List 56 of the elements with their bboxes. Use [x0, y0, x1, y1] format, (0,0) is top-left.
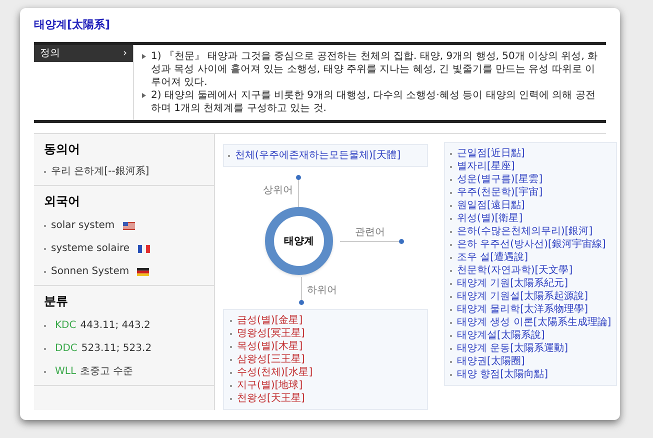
- synonym-text: 우리 은하계[--銀河系]: [51, 164, 150, 179]
- classification-code: DDC: [55, 342, 78, 356]
- chevron-icon: ›: [123, 46, 127, 61]
- bullet-icon: [142, 93, 146, 98]
- term-link[interactable]: 태양 향점[太陽向點]: [457, 368, 548, 381]
- connector-line: [340, 241, 400, 242]
- classification-value: 443.11; 443.2: [80, 319, 150, 333]
- section-heading: 분류: [44, 293, 69, 310]
- term-link[interactable]: 수성(천체)[水星]: [237, 366, 313, 379]
- term-link[interactable]: 천왕성[天王星]: [237, 392, 305, 405]
- term-link[interactable]: 태양계 운동[太陽系運動]: [457, 342, 568, 355]
- term-link[interactable]: 태양계 물리학[太洋系物理學]: [457, 303, 588, 316]
- bullet-icon: [142, 54, 146, 59]
- definition-label-text: 정의: [40, 47, 60, 61]
- term-link[interactable]: 별자리[星座]: [457, 160, 515, 173]
- foreign-term: solar system: [51, 219, 115, 233]
- flag-icon: [137, 268, 150, 276]
- term-link[interactable]: 위성(별)[衛星]: [457, 212, 523, 225]
- diagram-label: 하위어: [307, 284, 337, 298]
- term-link[interactable]: 태양계 기원[太陽系紀元]: [457, 277, 568, 290]
- term-link[interactable]: 은하(수많은천체의무리)[銀河]: [457, 225, 593, 238]
- classification-value: 초중고 수준: [80, 365, 134, 379]
- connector-line: [298, 177, 299, 207]
- classification-code: WLL: [55, 365, 76, 379]
- term-link[interactable]: 태양계 생성 이론[太陽系生成理論]: [457, 316, 612, 329]
- diagram-label: 상위어: [263, 184, 293, 198]
- term-link[interactable]: 천체(우주에존재하는모든물체)[天體]: [235, 149, 401, 162]
- term-link[interactable]: 원일점[遠日點]: [457, 199, 525, 212]
- term-link[interactable]: 태양계 기원설[太陽系起源說]: [457, 290, 588, 303]
- section-heading: 외국어: [44, 193, 81, 210]
- term-link[interactable]: 삼왕성[三王星]: [237, 353, 305, 366]
- definition-text: 2) 태양의 둘레에서 지구를 비롯한 9개의 대행성, 다수의 소행성·혜성 등이 태양의 인력에 의해 공전하며 1개의 천체계를 구성하고 있는 것.: [151, 89, 596, 115]
- classification-value: 523.11; 523.2: [81, 342, 152, 356]
- foreign-term: Sonnen System: [51, 265, 130, 279]
- term-link[interactable]: 지구(별)[地球]: [237, 379, 303, 392]
- term-link[interactable]: 성운(별구름)[星雲]: [457, 173, 543, 186]
- term-link[interactable]: 태양계설[太陽系說]: [457, 329, 545, 342]
- term-link[interactable]: 목성(별)[木星]: [237, 340, 303, 353]
- term-link[interactable]: 태양권[太陽圈]: [457, 355, 525, 368]
- term-link[interactable]: 우주(천문학)[宇宙]: [457, 186, 543, 199]
- page-title: 태양계[太陽系]: [34, 18, 112, 32]
- classification-code: KDC: [55, 319, 76, 333]
- diagram-label: 관련어: [355, 226, 385, 240]
- term-link[interactable]: 천문학(자연과학)[天文學]: [457, 264, 573, 277]
- term-link[interactable]: 금성(별)[金星]: [237, 314, 303, 327]
- definition-text: 1) 『천문』 태양과 그것을 중심으로 공전하는 천체의 집합. 태양, 9개의 행성, 50개 이상의 위성, 화성과 목성 사이에 흩어져 있는 소행성, 태양 주위를 지나는 혜성, 긴 빛줄기를 만드는 유성 따위로 이루어져 있다.: [151, 50, 599, 89]
- connector-line: [301, 277, 302, 301]
- flag-icon: [138, 244, 150, 252]
- term-link[interactable]: 명왕성[冥王星]: [237, 327, 305, 340]
- term-link[interactable]: 은하 우주선(방사선)[銀河宇宙線]: [457, 238, 606, 251]
- section-heading: 동의어: [44, 141, 81, 158]
- term-link[interactable]: 근일점[近日點]: [457, 147, 525, 160]
- flag-icon: [122, 222, 135, 230]
- term-link[interactable]: 조우 설[遭遇說]: [457, 251, 528, 264]
- center-term: 태양계: [284, 234, 314, 248]
- foreign-term: systeme solaire: [51, 242, 130, 256]
